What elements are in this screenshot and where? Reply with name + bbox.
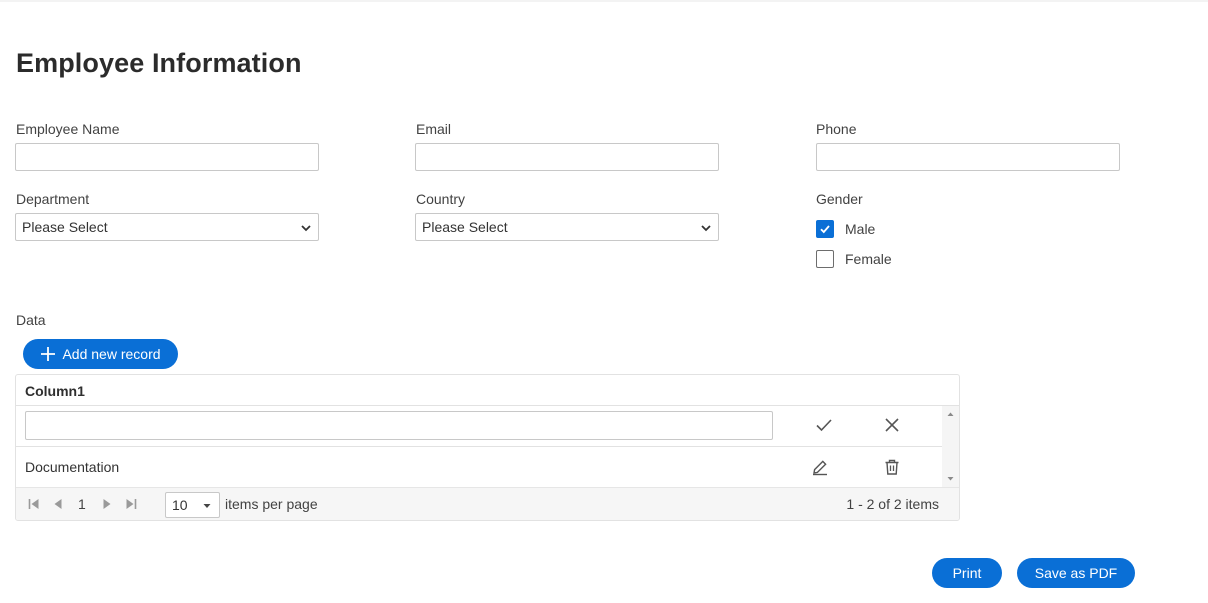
edit-row-button[interactable] bbox=[811, 458, 829, 476]
scroll-down-icon[interactable] bbox=[942, 474, 959, 484]
employee-name-input[interactable] bbox=[15, 143, 319, 171]
table-row: Documentation bbox=[16, 447, 942, 487]
department-selected-value: Please Select bbox=[22, 219, 108, 235]
page-size-value: 10 bbox=[172, 497, 188, 513]
grid-edit-row bbox=[16, 406, 942, 447]
trash-icon bbox=[885, 459, 899, 475]
department-select[interactable]: Please Select bbox=[15, 213, 319, 241]
save-as-pdf-button[interactable]: Save as PDF bbox=[1017, 558, 1135, 588]
print-button[interactable]: Print bbox=[932, 558, 1002, 588]
pager-summary: 1 - 2 of 2 items bbox=[846, 496, 939, 512]
employee-name-label: Employee Name bbox=[16, 121, 120, 137]
male-label: Male bbox=[845, 221, 876, 237]
edit-icon bbox=[813, 460, 827, 476]
plus-icon bbox=[41, 347, 56, 361]
first-page-icon[interactable] bbox=[27, 497, 41, 511]
items-per-page-label: items per page bbox=[225, 496, 318, 512]
check-icon bbox=[816, 419, 832, 432]
save-row-button[interactable] bbox=[815, 416, 833, 434]
female-checkbox[interactable] bbox=[816, 250, 834, 268]
country-label: Country bbox=[416, 191, 466, 207]
chevron-down-icon bbox=[301, 225, 311, 232]
chevron-down-icon bbox=[203, 504, 211, 508]
cancel-row-button[interactable] bbox=[883, 416, 901, 434]
phone-label: Phone bbox=[816, 121, 857, 137]
column-header[interactable]: Column1 bbox=[16, 375, 959, 406]
scroll-up-icon[interactable] bbox=[942, 409, 959, 419]
female-label: Female bbox=[845, 251, 892, 267]
country-selected-value: Please Select bbox=[422, 219, 508, 235]
grid-edit-input[interactable] bbox=[25, 411, 773, 440]
email-input[interactable] bbox=[415, 143, 719, 171]
delete-row-button[interactable] bbox=[883, 458, 901, 476]
phone-input[interactable] bbox=[816, 143, 1120, 171]
prev-page-icon[interactable] bbox=[51, 497, 65, 511]
check-icon bbox=[820, 225, 830, 234]
data-label: Data bbox=[16, 312, 46, 328]
data-grid: Column1 Documentation 1 10 items per pag… bbox=[15, 374, 960, 521]
next-page-icon[interactable] bbox=[100, 497, 114, 511]
close-icon bbox=[885, 418, 899, 432]
male-checkbox[interactable] bbox=[816, 220, 834, 238]
last-page-icon[interactable] bbox=[124, 497, 138, 511]
table-cell: Documentation bbox=[25, 459, 120, 475]
email-label: Email bbox=[416, 121, 452, 137]
add-new-record-label: Add new record bbox=[62, 346, 161, 362]
gender-option-male[interactable]: Male bbox=[816, 220, 875, 238]
top-border bbox=[0, 0, 1208, 2]
add-new-record-button[interactable]: Add new record bbox=[23, 339, 178, 369]
page-title: Employee Information bbox=[16, 48, 302, 78]
gender-option-female[interactable]: Female bbox=[816, 250, 892, 268]
page-size-select[interactable]: 10 bbox=[165, 492, 220, 518]
chevron-down-icon bbox=[701, 225, 711, 232]
grid-vertical-scrollbar[interactable] bbox=[942, 406, 959, 487]
gender-label: Gender bbox=[816, 191, 863, 207]
country-select[interactable]: Please Select bbox=[415, 213, 719, 241]
department-label: Department bbox=[16, 191, 90, 207]
grid-pager: 1 10 items per page 1 - 2 of 2 items bbox=[16, 487, 959, 520]
current-page-number[interactable]: 1 bbox=[78, 496, 86, 512]
